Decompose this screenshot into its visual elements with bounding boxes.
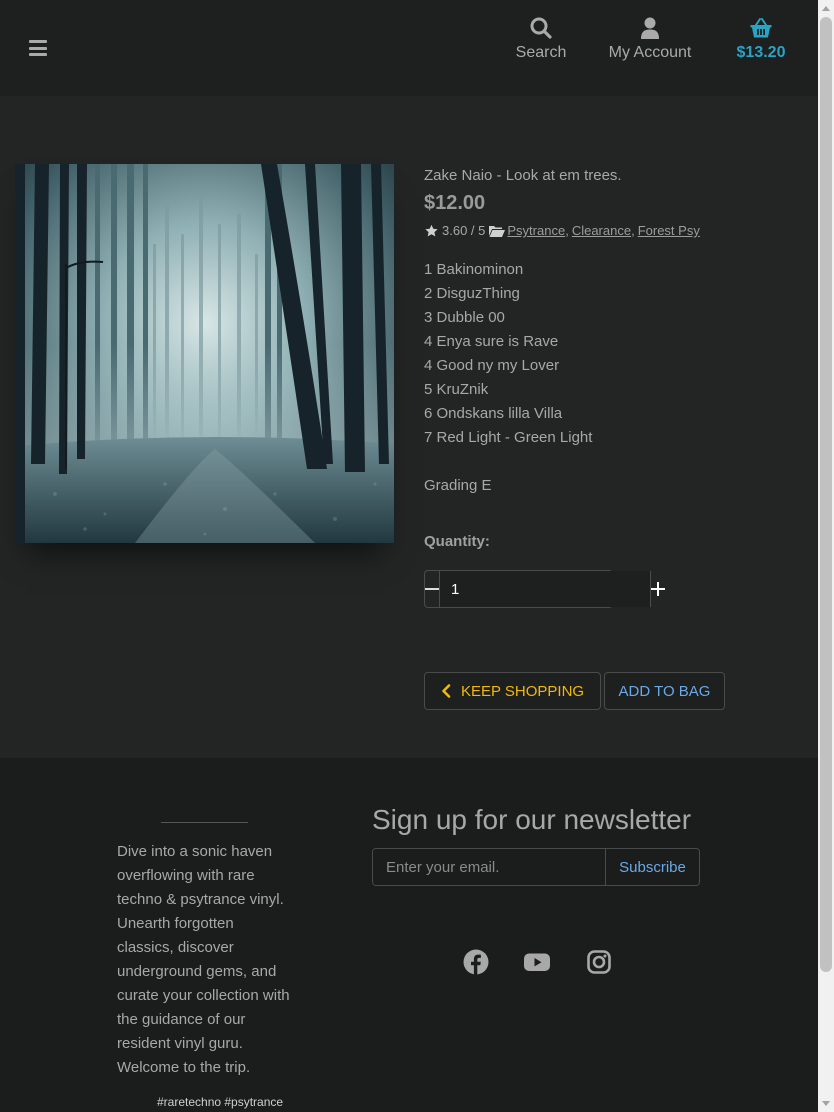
- search-label: Search: [515, 44, 567, 61]
- track-item: 2 DisguzThing: [424, 285, 520, 302]
- cart-total: $13.20: [736, 44, 786, 61]
- keep-shopping-button[interactable]: KEEP SHOPPING: [424, 672, 601, 710]
- track-item: 6 Ondskans lilla Villa: [424, 405, 563, 422]
- product-rating: 3.60 / 5: [442, 223, 486, 238]
- add-to-bag-label: ADD TO BAG: [618, 682, 711, 700]
- user-icon: [641, 17, 659, 39]
- instagram-icon[interactable]: [586, 949, 612, 975]
- category-link-clearance[interactable]: Clearance: [572, 223, 631, 238]
- subscribe-button[interactable]: Subscribe: [606, 849, 699, 885]
- category-separator: ,: [565, 223, 569, 238]
- youtube-icon[interactable]: [524, 949, 550, 975]
- scroll-down-arrow[interactable]: [822, 1101, 830, 1106]
- scroll-up-arrow[interactable]: [822, 6, 830, 11]
- basket-icon: [750, 18, 772, 38]
- plus-icon: [651, 582, 665, 596]
- search-button[interactable]: Search: [510, 16, 572, 62]
- account-label: My Account: [608, 44, 692, 61]
- track-item: 5 KruZnik: [424, 381, 489, 398]
- track-item: 3 Dubble 00: [424, 309, 505, 326]
- category-link-forest-psy[interactable]: Forest Psy: [638, 223, 700, 238]
- track-item: 1 Bakinominon: [424, 261, 524, 278]
- my-account-button[interactable]: My Account: [604, 16, 696, 62]
- page-scrollbar[interactable]: [818, 0, 834, 1112]
- product-title: Zake Naio - Look at em trees.: [424, 167, 622, 184]
- track-list: 1 Bakinominon 2 DisguzThing 3 Dubble 00 …: [424, 258, 592, 450]
- minus-icon: [425, 588, 439, 590]
- email-input[interactable]: [373, 849, 606, 885]
- track-item: 4 Good ny my Lover: [424, 357, 560, 374]
- site-header: Search My Account $13.20: [0, 0, 818, 96]
- newsletter-title: Sign up for our newsletter: [372, 804, 692, 835]
- track-item: 4 Enya sure is Rave: [424, 333, 559, 350]
- star-icon: [425, 224, 438, 236]
- quantity-stepper: [424, 570, 665, 608]
- increase-quantity-button[interactable]: [650, 571, 665, 607]
- category-separator: ,: [631, 223, 635, 238]
- newsletter-form: Subscribe: [372, 848, 700, 886]
- folder-open-icon: [489, 225, 506, 237]
- scrollbar-thumb[interactable]: [820, 17, 832, 972]
- facebook-icon[interactable]: [463, 949, 489, 975]
- decrease-quantity-button[interactable]: [425, 571, 440, 607]
- category-link-psytrance[interactable]: Psytrance: [507, 223, 565, 238]
- quantity-label: Quantity:: [424, 533, 490, 550]
- product-grading: Grading E: [424, 477, 492, 494]
- product-meta: 3.60 / 5 Psytrance, Clearance, Forest Ps…: [424, 223, 700, 238]
- menu-icon[interactable]: [29, 40, 47, 56]
- footer-divider: [161, 822, 248, 823]
- add-to-bag-button[interactable]: ADD TO BAG: [604, 672, 725, 710]
- product-price: $12.00: [424, 192, 486, 214]
- footer-about-text: Dive into a sonic haven overflowing with…: [117, 843, 290, 1076]
- search-icon: [530, 17, 552, 39]
- site-footer: Dive into a sonic haven overflowing with…: [0, 758, 818, 1112]
- cart-button[interactable]: $13.20: [730, 16, 792, 62]
- product-image: [15, 164, 394, 543]
- keep-shopping-label: KEEP SHOPPING: [461, 682, 585, 700]
- chevron-left-icon: [442, 684, 451, 698]
- track-item: 7 Red Light - Green Light: [424, 429, 593, 446]
- footer-tags: #raretechno #psytrance: [157, 1095, 284, 1109]
- quantity-input[interactable]: [440, 571, 650, 607]
